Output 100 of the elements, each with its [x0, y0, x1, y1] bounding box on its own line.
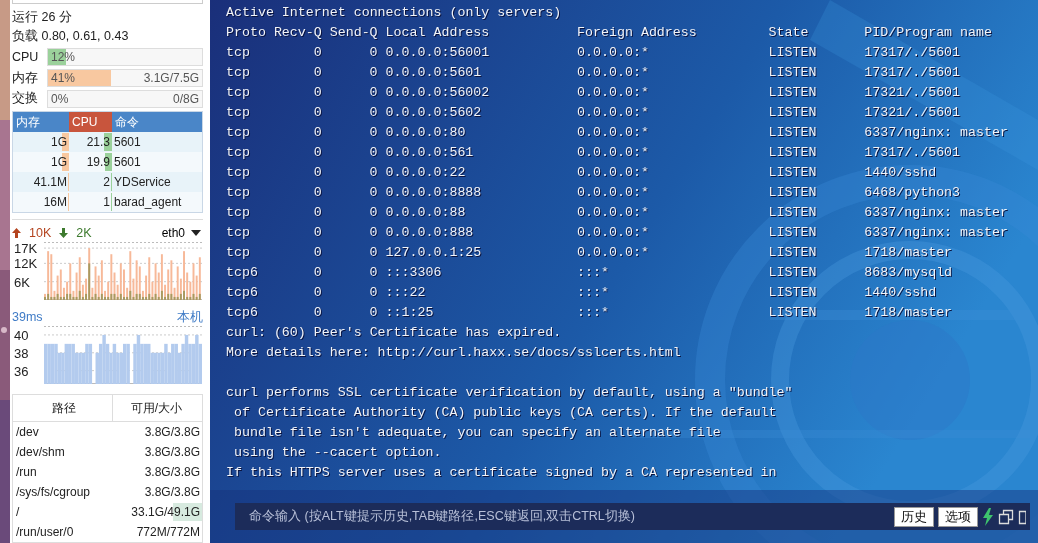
- terminal-text: 0: [368, 104, 378, 122]
- table-cell-text: 41.1M: [32, 172, 69, 192]
- terminal-text: 0.0.0.0:80: [385, 124, 467, 142]
- terminal-text: Local Address: [385, 24, 491, 42]
- terminal-text: 0: [368, 124, 378, 142]
- terminal-text: tcp6: [226, 264, 259, 282]
- terminal-text: 0.0.0.0:*: [577, 164, 650, 182]
- terminal-text: LISTEN: [768, 144, 818, 162]
- latency-reading: 39ms: [12, 309, 43, 326]
- terminal-text: PID/Program name: [864, 24, 992, 42]
- table-cell-text: 3.8G/3.8G: [143, 422, 202, 442]
- terminal-text: 0.0.0.0:22: [385, 164, 467, 182]
- terminal-text: 17317/./5601: [864, 144, 961, 162]
- terminal-text: 17317/./5601: [864, 64, 961, 82]
- axis-label: 38: [14, 345, 29, 361]
- load-text: 负载 0.80, 0.61, 0.43: [12, 27, 130, 45]
- axis-label: 6K: [14, 274, 30, 290]
- terminal-text: tcp6: [226, 304, 259, 322]
- terminal-text: tcp: [226, 204, 251, 222]
- terminal-text: 0.0.0.0:56002: [385, 84, 491, 102]
- terminal-text: 1718/master: [864, 304, 953, 322]
- table-cell-text: 3.8G/3.8G: [143, 442, 202, 462]
- terminal-text: 0: [312, 224, 322, 242]
- terminal-text: :::3306: [385, 264, 443, 282]
- download-rate: 2K: [76, 224, 92, 242]
- table-cell-text: /dev: [15, 424, 40, 441]
- table-cell-text: /: [15, 504, 21, 521]
- terminal-text: 0: [368, 264, 378, 282]
- meter-detail: 0/8G: [173, 90, 199, 108]
- terminal-text: 0.0.0.0:*: [577, 84, 650, 102]
- meter-label: 交换: [12, 90, 39, 108]
- axis-label: 17K: [14, 241, 38, 257]
- meter-detail: 3.1G/7.5G: [143, 69, 199, 87]
- terminal-text: 0: [368, 84, 378, 102]
- terminal-text: LISTEN: [768, 44, 818, 62]
- table-cell-text: /run: [15, 464, 38, 481]
- terminal-text: LISTEN: [768, 304, 818, 322]
- terminal-text: LISTEN: [768, 224, 818, 242]
- terminal-text: 0.0.0.0:8888: [385, 184, 483, 202]
- host-label: 本机: [177, 309, 203, 326]
- table-cell-text: 2: [102, 172, 112, 192]
- terminal-text: curl: (60) Peer's Certificate has expired.: [226, 324, 563, 342]
- terminal-text: 0: [312, 84, 322, 102]
- terminal-text: LISTEN: [768, 204, 818, 222]
- terminal-text: 0: [368, 184, 378, 202]
- terminal-text: 0.0.0.0:88: [385, 204, 467, 222]
- terminal-text: 0: [368, 284, 378, 302]
- terminal-text: tcp: [226, 104, 251, 122]
- terminal-text: :::*: [577, 284, 610, 302]
- terminal-text: 0: [312, 64, 322, 82]
- terminal-text: Send-Q: [329, 24, 378, 42]
- table-cell-text: 19.9: [85, 152, 112, 172]
- axis-label: 12K: [14, 256, 38, 272]
- terminal-text: LISTEN: [768, 284, 818, 302]
- terminal-text: 1718/master: [864, 244, 953, 262]
- terminal-text: LISTEN: [768, 104, 818, 122]
- terminal-text: 0: [312, 284, 322, 302]
- terminal-text: 0: [312, 264, 322, 282]
- terminal-text: bundle file isn't adequate, you can specify an alternate file: [232, 424, 722, 442]
- terminal-text: tcp: [226, 184, 251, 202]
- table-cell-text: 5601: [113, 154, 142, 171]
- terminal-text: 0: [368, 244, 378, 262]
- terminal-text: 0: [312, 304, 322, 322]
- table-cell-text: /sys/fs/cgroup: [15, 484, 92, 501]
- terminal-text: Active Internet connections (only servers): [226, 4, 563, 22]
- terminal-text: 0: [312, 244, 322, 262]
- terminal-text: LISTEN: [768, 164, 818, 182]
- terminal-text: 127.0.0.1:25: [385, 244, 483, 262]
- terminal-text: :::*: [577, 264, 610, 282]
- table-cell-text: 5601: [113, 134, 142, 151]
- terminal-text: 0.0.0.0:*: [577, 244, 650, 262]
- terminal-text: 0: [368, 44, 378, 62]
- terminal-text: 0: [368, 224, 378, 242]
- table-cell-text: barad_agent: [113, 194, 183, 211]
- terminal-text: 0.0.0.0:5602: [385, 104, 483, 122]
- table-cell-text: 21.3: [85, 132, 112, 152]
- terminal-text: using the --cacert option.: [232, 444, 443, 462]
- terminal-text: 0: [368, 304, 378, 322]
- terminal-text: tcp: [226, 124, 251, 142]
- terminal-text: 0.0.0.0:5601: [385, 64, 483, 82]
- terminal-text: tcp: [226, 164, 251, 182]
- terminal-text: 0: [312, 44, 322, 62]
- terminal-text: 1440/sshd: [864, 164, 937, 182]
- terminal-text: tcp: [226, 84, 251, 102]
- terminal-text: 0.0.0.0:56001: [385, 44, 491, 62]
- terminal-text: 6337/nginx: master: [864, 124, 1008, 142]
- terminal-text: of Certificate Authority (CA) public keys (CA certs). If the default: [232, 404, 778, 422]
- terminal-text: Foreign Address: [577, 24, 698, 42]
- terminal-text: LISTEN: [768, 84, 818, 102]
- axis-label: 36: [14, 363, 29, 379]
- terminal-text: 0.0.0.0:888: [385, 224, 475, 242]
- terminal-text: 0: [312, 144, 322, 162]
- terminal-text: tcp: [226, 224, 251, 242]
- terminal-text: tcp6: [226, 284, 259, 302]
- meter-percent: 0%: [51, 90, 69, 108]
- table-cell-text: 3.8G/3.8G: [143, 482, 202, 502]
- terminal-text: tcp: [226, 64, 251, 82]
- terminal-text: 6337/nginx: master: [864, 224, 1008, 242]
- terminal-text: :::22: [385, 284, 427, 302]
- terminal-text: 0: [368, 164, 378, 182]
